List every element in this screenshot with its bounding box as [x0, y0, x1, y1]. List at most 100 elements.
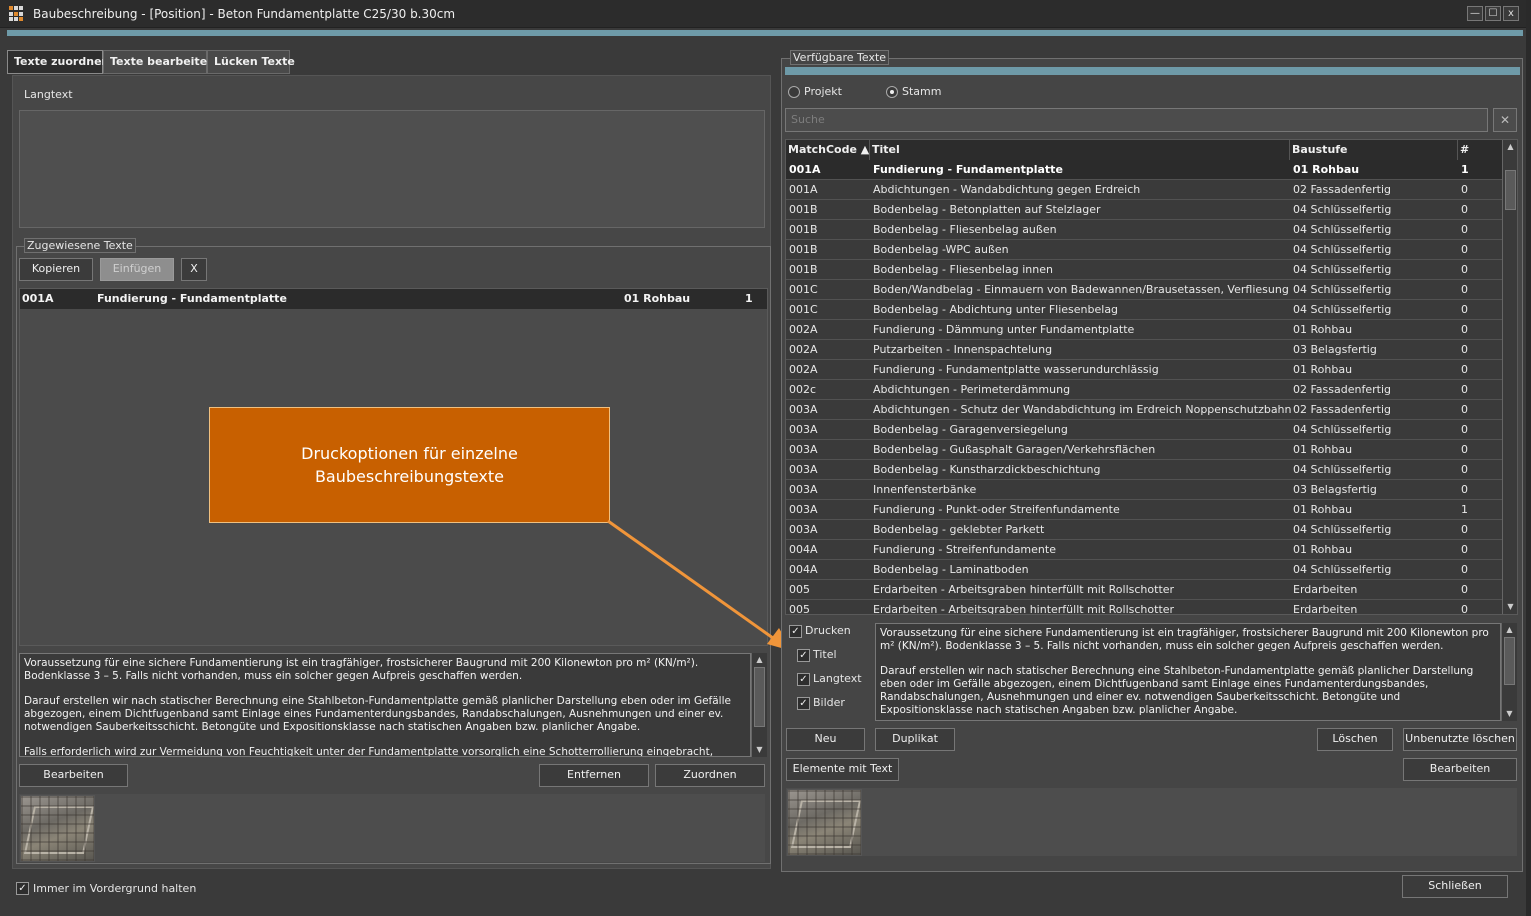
callout-line-1: Druckoptionen für einzelne — [301, 444, 518, 463]
column-titel[interactable]: Titel — [870, 140, 1290, 160]
table-row[interactable]: 004A Bodenbelag - Laminatboden 04 Schlüsse… — [786, 560, 1502, 580]
scroll-up-icon[interactable]: ▲ — [1502, 624, 1517, 636]
table-row[interactable]: 003A Bodenbelag - Kunstharzdickbeschichtu… — [786, 460, 1502, 480]
scroll-down-icon[interactable]: ▼ — [1503, 601, 1517, 613]
remove-button[interactable]: Entfernen — [539, 764, 649, 787]
row-stage: 04 Schlüsselfertig — [1293, 303, 1392, 316]
minimize-button[interactable]: — — [1467, 6, 1483, 21]
images-label: Bilder — [813, 696, 845, 709]
delete-unused-button[interactable]: Unbenutzte löschen — [1403, 728, 1517, 751]
left-edit-button[interactable]: Bearbeiten — [19, 764, 128, 787]
row-stage: 01 Rohbau — [1293, 443, 1353, 456]
row-stage: 04 Schlüsselfertig — [1293, 243, 1392, 256]
radio-projekt-label: Projekt — [804, 85, 842, 98]
tab-texte-zuordnen[interactable]: Texte zuordnen — [7, 50, 109, 74]
right-edit-button[interactable]: Bearbeiten — [1403, 758, 1517, 781]
print-checkbox[interactable]: ✓ — [789, 625, 802, 638]
table-row[interactable]: 005 Erdarbeiten - Arbeitsgraben hinterfül… — [786, 580, 1502, 600]
table-row[interactable]: 002A Fundierung - Fundamentplatte wasseru… — [786, 360, 1502, 380]
table-row[interactable]: 003A Bodenbelag - geklebter Parkett 04 Sch… — [786, 520, 1502, 540]
table-row[interactable]: 001B Bodenbelag - Fliesenbelag innen 04 Sc… — [786, 260, 1502, 280]
table-row[interactable]: 003A Fundierung - Punkt-oder Streifenfund… — [786, 500, 1502, 520]
radio-projekt[interactable] — [788, 86, 800, 98]
row-stage: 01 Rohbau — [1293, 543, 1353, 556]
table-row[interactable]: 001A Fundierung - Fundamentplatte 01 Rohba… — [786, 160, 1502, 180]
search-input[interactable]: Suche — [785, 108, 1488, 132]
table-scrollbar[interactable]: ▲ ▼ — [1502, 140, 1517, 614]
right-detail-scrollbar[interactable]: ▲ ▼ — [1501, 623, 1517, 721]
new-button[interactable]: Neu — [786, 728, 865, 751]
row-stage: 04 Schlüsselfertig — [1293, 223, 1392, 236]
row-code: 001A — [789, 163, 821, 176]
delete-button[interactable]: Löschen — [1317, 728, 1393, 751]
langtext-field[interactable] — [19, 110, 765, 228]
scroll-thumb[interactable] — [754, 667, 765, 727]
longtext-checkbox[interactable]: ✓ — [797, 673, 810, 686]
elements-with-text-button[interactable]: Elemente mit Text — [786, 758, 899, 781]
column-baustufe[interactable]: Baustufe — [1290, 140, 1458, 160]
table-row[interactable]: 001B Bodenbelag - Fliesenbelag außen 04 Sc… — [786, 220, 1502, 240]
table-row[interactable]: 001A Fundierung - Fundamentplatte 01 Roh… — [20, 289, 767, 309]
table-row[interactable]: 005 Erdarbeiten - Arbeitsgraben hinterfül… — [786, 600, 1502, 614]
left-detail-text[interactable]: Voraussetzung für eine sichere Fundament… — [19, 653, 751, 757]
images-checkbox[interactable]: ✓ — [797, 697, 810, 710]
remove-x-button[interactable]: X — [181, 258, 207, 281]
table-row[interactable]: 001C Bodenbelag - Abdichtung unter Fliese… — [786, 300, 1502, 320]
scroll-down-icon[interactable]: ▼ — [752, 744, 767, 756]
column-matchcode[interactable]: MatchCode ▲ — [786, 140, 870, 160]
table-row[interactable]: 001A Abdichtungen - Wandabdichtung gegen … — [786, 180, 1502, 200]
tab-luecken-texte[interactable]: Lücken Texte — [207, 50, 295, 74]
table-row[interactable]: 002A Putzarbeiten - Innenspachtelung 03 Be… — [786, 340, 1502, 360]
table-row[interactable]: 004A Fundierung - Streifenfundamente 01 Ro… — [786, 540, 1502, 560]
radio-stamm[interactable] — [886, 86, 898, 98]
window-edge — [1526, 0, 1531, 916]
table-row[interactable]: 001C Boden/Wandbelag - Einmauern von Bade… — [786, 280, 1502, 300]
row-stage: 02 Fassadenfertig — [1293, 183, 1391, 196]
close-button[interactable]: Schließen — [1402, 875, 1508, 898]
row-stage: 04 Schlüsselfertig — [1293, 203, 1392, 216]
close-window-button[interactable]: x — [1503, 6, 1519, 21]
duplicate-button[interactable]: Duplikat — [875, 728, 955, 751]
right-detail-text[interactable]: Voraussetzung für eine sichere Fundament… — [875, 623, 1501, 721]
table-row[interactable]: 002A Fundierung - Dämmung unter Fundament… — [786, 320, 1502, 340]
row-count: 0 — [1461, 363, 1468, 376]
tab-texte-bearbeiten[interactable]: Texte bearbeiten — [103, 50, 215, 74]
column-count[interactable]: # — [1458, 140, 1502, 160]
row-code: 004A — [789, 543, 818, 556]
scroll-down-icon[interactable]: ▼ — [1502, 708, 1517, 720]
copy-button[interactable]: Kopieren — [19, 258, 93, 281]
always-on-top-checkbox[interactable]: ✓ — [16, 882, 29, 895]
title-checkbox[interactable]: ✓ — [797, 649, 810, 662]
table-row[interactable]: 002c Abdichtungen - Perimeterdämmung 02 Fa… — [786, 380, 1502, 400]
left-detail-scrollbar[interactable]: ▲ ▼ — [751, 653, 767, 757]
clear-search-icon[interactable]: ✕ — [1493, 108, 1517, 132]
insert-button[interactable]: Einfügen — [100, 258, 174, 281]
row-count: 0 — [1461, 423, 1468, 436]
row-title: Abdichtungen - Wandabdichtung gegen Erdr… — [873, 183, 1141, 196]
scroll-up-icon[interactable]: ▲ — [752, 654, 767, 666]
scroll-up-icon[interactable]: ▲ — [1503, 141, 1517, 153]
foundation-image[interactable] — [20, 795, 95, 862]
row-code: 002A — [789, 363, 818, 376]
table-row[interactable]: 003A Abdichtungen - Schutz der Wandabdich… — [786, 400, 1502, 420]
row-stage: 04 Schlüsselfertig — [1293, 423, 1392, 436]
table-row[interactable]: 003A Bodenbelag - Garagenversiegelung 04 S… — [786, 420, 1502, 440]
table-row[interactable]: 001B Bodenbelag -WPC außen 04 Schlüsselfer… — [786, 240, 1502, 260]
scroll-thumb[interactable] — [1504, 637, 1515, 685]
print-label: Drucken — [805, 624, 851, 637]
row-stage: 04 Schlüsselfertig — [1293, 563, 1392, 576]
available-texts-table[interactable]: MatchCode ▲ Titel Baustufe # 001A Fundier… — [785, 139, 1518, 615]
table-row[interactable]: 001B Bodenbelag - Betonplatten auf Stelzl… — [786, 200, 1502, 220]
table-row[interactable]: 003A Bodenbelag - Gußasphalt Garagen/Verk… — [786, 440, 1502, 460]
row-code: 002c — [789, 383, 817, 396]
foundation-image[interactable] — [787, 789, 862, 856]
scroll-thumb[interactable] — [1505, 170, 1516, 210]
assign-button[interactable]: Zuordnen — [655, 764, 765, 787]
row-stage: 01 Rohbau — [1293, 323, 1353, 336]
table-row[interactable]: 003A Innenfensterbänke 03 Belagsfertig 0 — [786, 480, 1502, 500]
maximize-button[interactable]: ☐ — [1485, 6, 1501, 21]
row-title: Abdichtungen - Schutz der Wandabdichtung… — [873, 403, 1292, 416]
row-count: 0 — [1461, 563, 1468, 576]
row-code: 001B — [789, 203, 818, 216]
row-code: 004A — [789, 563, 818, 576]
